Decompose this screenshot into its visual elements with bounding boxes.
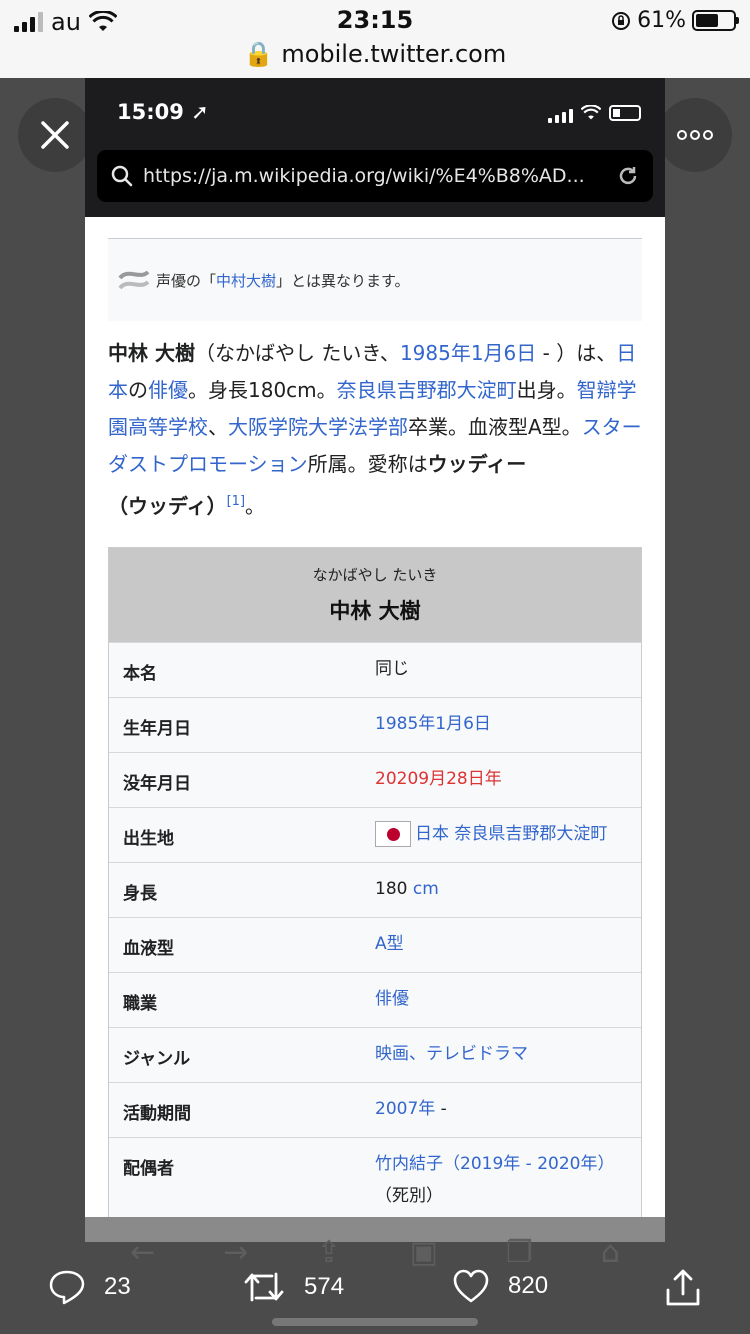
hatnote-link: 中村大樹 (216, 271, 277, 290)
tweet-image[interactable]: 15:09 ➚ https://ja.m.wikipedia.org/wiki/… (85, 78, 665, 1242)
address-bar: https://ja.m.wikipedia.org/wiki/%E4%B8%A… (97, 150, 653, 202)
infobox-row: ジャンル 映画、テレビドラマ (109, 1027, 641, 1082)
address-url: https://ja.m.wikipedia.org/wiki/%E4%B8%A… (143, 165, 585, 187)
search-icon (111, 165, 133, 187)
wiki-article: 声優の「中村大樹」とは異なります。 中林 大樹（なかばやし たいき、1985年1… (108, 238, 642, 1225)
infobox-row: 没年月日 20209月28日年 (109, 752, 641, 807)
like-button[interactable]: 820 (452, 1268, 548, 1304)
infobox-row: 活動期間 2007年 - (109, 1082, 641, 1137)
inner-wifi-icon (581, 105, 601, 120)
infobox-row: 本名 同じ (109, 642, 641, 697)
retweet-icon (244, 1272, 284, 1302)
reload-icon (619, 167, 637, 185)
close-icon (41, 121, 69, 149)
more-icon (677, 130, 713, 140)
inner-signal-icon (548, 103, 573, 123)
share-button[interactable] (664, 1268, 702, 1308)
heart-icon (453, 1269, 489, 1303)
share-icon (666, 1269, 700, 1306)
tweet-actions: 23 574 820 (0, 1262, 750, 1314)
infobox-row: 血液型 A型 (109, 917, 641, 972)
battery-icon (692, 10, 739, 31)
hatnote-text: 声優の「中村大樹」とは異なります。 (156, 271, 410, 290)
site-url-text: mobile.twitter.com (281, 40, 507, 68)
japan-flag-icon (375, 821, 411, 847)
reply-icon (49, 1270, 85, 1305)
home-indicator[interactable] (272, 1318, 478, 1326)
infobox-kana: なかばやし たいき (312, 566, 438, 584)
like-count: 820 (508, 1272, 549, 1299)
close-button[interactable] (18, 98, 92, 172)
retweet-button[interactable]: 574 (242, 1268, 344, 1306)
site-url[interactable]: 🔒 mobile.twitter.com (0, 40, 750, 68)
infobox-row: 出生地 日本 奈良県吉野郡大淀町 (109, 807, 641, 862)
inner-clock: 15:09 ➚ (117, 100, 209, 124)
more-button[interactable] (658, 98, 732, 172)
infobox-row: 配偶者 竹内結子（2019年 - 2020年）（死別） (109, 1137, 641, 1224)
infobox-row: 生年月日 1985年1月6日 (109, 697, 641, 752)
infobox: なかばやし たいき 中林 大樹 本名 同じ 生年月日 1985年1月6日 没年月日 2… (108, 547, 642, 1225)
lock-icon: 🔒 (243, 40, 274, 68)
battery-percent: 61% (637, 8, 686, 33)
os-status-bar: au 23:15 61% 🔒 mobile.twitter.com (0, 0, 750, 78)
lead-paragraph: 中林 大樹（なかばやし たいき、1985年1月6日 - ）は、日本の俳優。身長1… (108, 341, 642, 518)
inner-browser-chrome: 15:09 ➚ https://ja.m.wikipedia.org/wiki/… (85, 78, 665, 217)
infobox-header: なかばやし たいき 中林 大樹 (109, 548, 641, 642)
infobox-row: 身長 180 cm (109, 862, 641, 917)
infobox-name: 中林 大樹 (329, 599, 421, 623)
reply-count: 23 (104, 1273, 131, 1300)
inner-status-icons (548, 103, 641, 123)
inner-battery-icon (609, 105, 641, 121)
status-right: 61% (611, 8, 739, 33)
infobox-row: 職業 俳優 (109, 972, 641, 1027)
rotation-lock-icon (612, 11, 631, 30)
disambiguation-icon (118, 270, 150, 290)
hatnote: 声優の「中村大樹」とは異なります。 (108, 238, 642, 321)
retweet-count: 574 (304, 1273, 345, 1300)
reply-button[interactable]: 23 (48, 1268, 131, 1306)
